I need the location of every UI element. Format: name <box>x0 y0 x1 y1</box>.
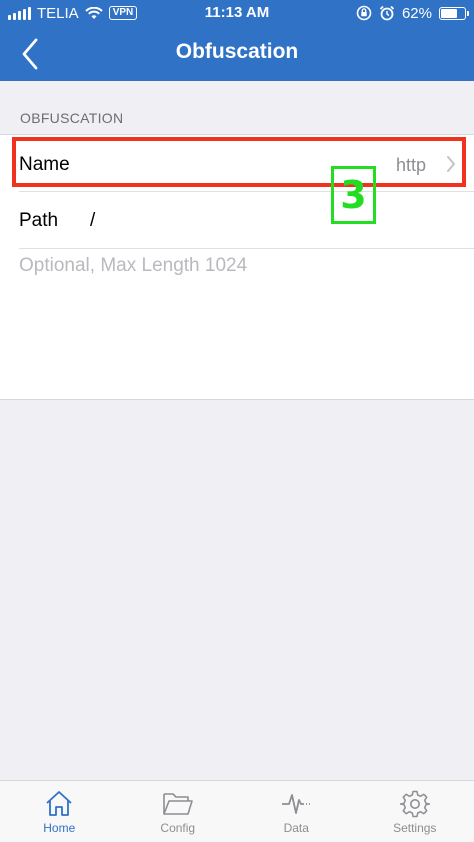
path-row: Path <box>0 192 474 248</box>
path-label: Path <box>19 210 59 231</box>
status-bar: TELIA VPN 11:13 AM 62% <box>0 0 474 26</box>
divider <box>19 248 474 249</box>
tab-label: Data <box>283 821 309 835</box>
tab-label: Settings <box>393 821 437 835</box>
alarm-icon <box>379 5 395 21</box>
settings-card: Name http Path <box>0 134 474 400</box>
gear-icon <box>399 790 430 818</box>
section-header: OBFUSCATION <box>20 110 124 126</box>
battery-percent: 62% <box>401 4 432 22</box>
home-icon <box>46 791 72 816</box>
tab-data[interactable]: Data <box>237 781 356 842</box>
tab-config[interactable]: Config <box>119 781 238 842</box>
name-label: Name <box>19 154 70 175</box>
tab-home[interactable]: Home <box>0 781 119 842</box>
status-right: 62% <box>356 4 469 22</box>
nav-bar: Obfuscation <box>0 26 474 81</box>
tab-bar: Home Config Data Settings <box>0 780 474 842</box>
folder-icon <box>162 793 193 815</box>
page-title: Obfuscation <box>175 40 299 63</box>
optional-text-field[interactable] <box>19 255 455 385</box>
rotation-lock-icon <box>356 5 372 21</box>
chevron-right-icon <box>447 156 455 172</box>
battery-fill <box>441 8 457 18</box>
tab-label: Config <box>160 821 196 835</box>
path-input[interactable] <box>90 204 450 238</box>
battery-icon <box>439 6 469 20</box>
name-row[interactable]: Name http <box>0 135 474 191</box>
tab-settings[interactable]: Settings <box>356 781 474 842</box>
tab-label: Home <box>43 821 76 835</box>
top-header: TELIA VPN 11:13 AM 62% Obfuscation <box>0 0 474 81</box>
name-value: http <box>395 155 426 175</box>
pulse-icon <box>282 794 311 814</box>
